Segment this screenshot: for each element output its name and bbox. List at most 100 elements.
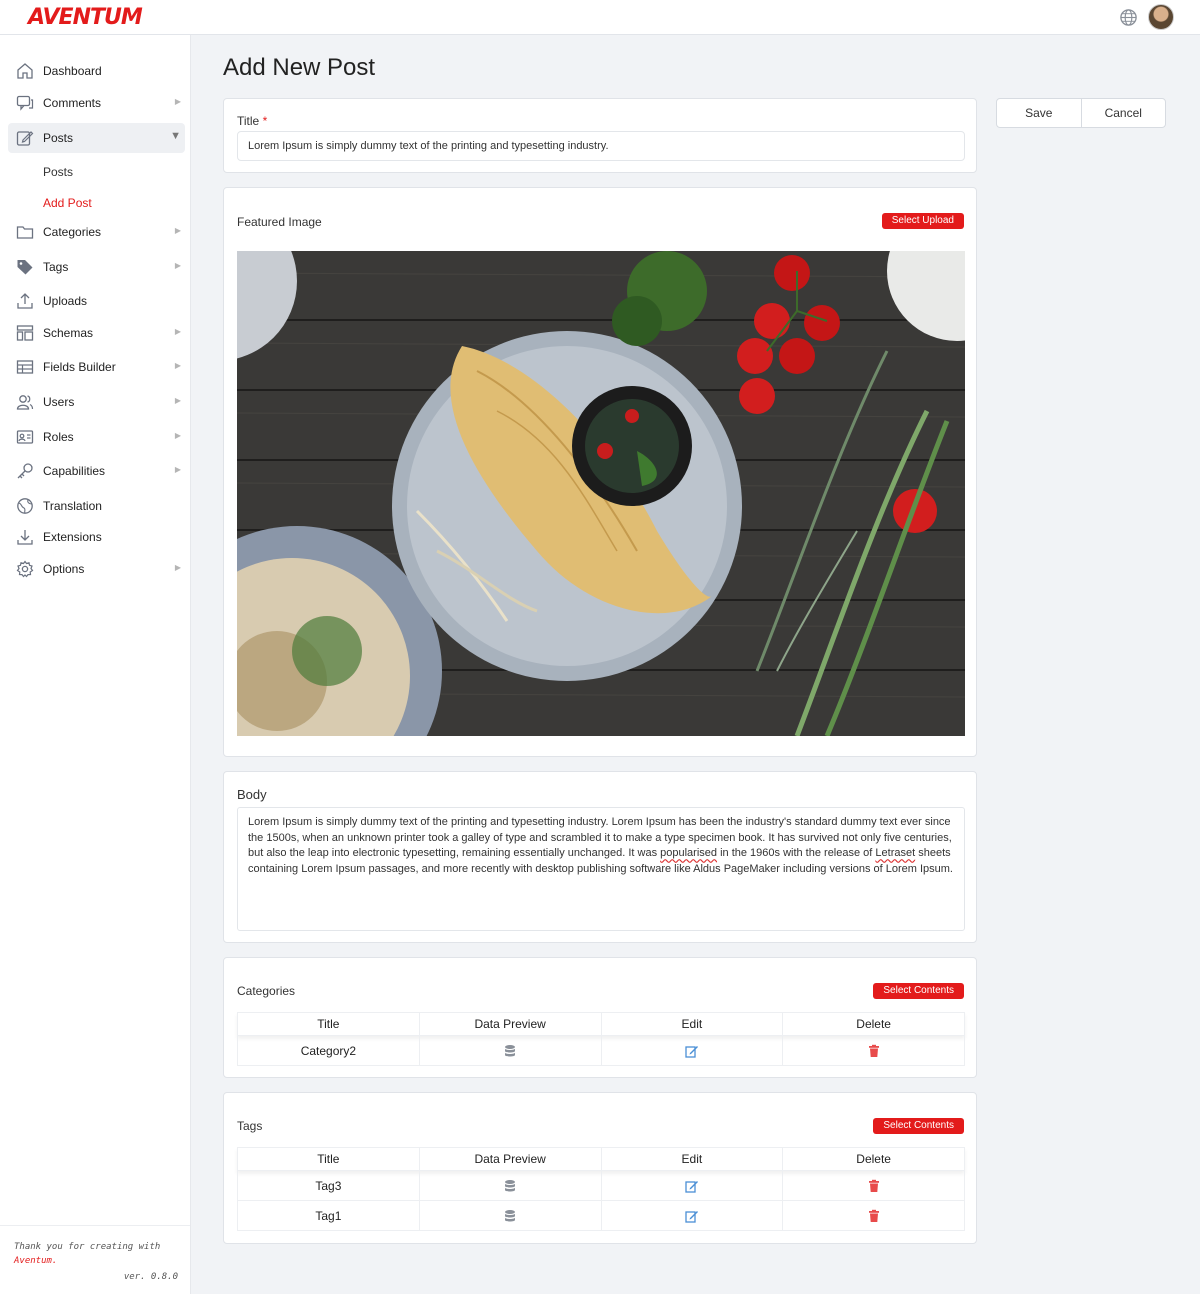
column-title: Title (238, 1148, 420, 1170)
chevron-down-icon: ▼ (170, 130, 181, 142)
featured-image (237, 251, 965, 736)
action-buttons: Save Cancel (996, 98, 1166, 128)
row-edit-cell (602, 1171, 784, 1200)
user-avatar[interactable] (1148, 4, 1174, 30)
tags-label: Tags (237, 1119, 263, 1133)
sidebar-subitem-posts[interactable]: Posts (43, 165, 73, 179)
featured-image-label: Featured Image (237, 215, 322, 229)
table-row: Tag3 (237, 1171, 965, 1201)
sidebar-footer: Thank you for creating with Aventum. ver… (0, 1225, 190, 1284)
body-text-misspelled-2: Letraset (875, 847, 916, 860)
app-logo[interactable]: AVENTUM (28, 5, 143, 30)
column-edit: Edit (602, 1013, 784, 1035)
column-data-preview: Data Preview (420, 1013, 602, 1035)
sidebar-item-label: Roles (43, 430, 74, 444)
users-icon (16, 395, 34, 410)
sidebar-item-dashboard[interactable]: Dashboard (8, 56, 185, 86)
trash-icon[interactable] (867, 1209, 881, 1223)
gear-icon (16, 560, 34, 578)
sidebar-item-uploads[interactable]: Uploads (8, 286, 185, 316)
sidebar-item-tags[interactable]: Tags ▶ (8, 252, 185, 282)
sidebar-item-schemas[interactable]: Schemas ▶ (8, 318, 185, 348)
upload-icon (17, 293, 33, 309)
sidebar-item-label: Extensions (43, 530, 102, 544)
save-button[interactable]: Save (997, 99, 1082, 127)
globe-icon[interactable] (1119, 8, 1138, 27)
sidebar-item-label: Comments (43, 96, 102, 110)
chevron-right-icon: ▶ (174, 396, 181, 405)
sidebar-item-label: Schemas (43, 326, 94, 340)
row-delete-cell (783, 1171, 964, 1200)
row-preview-cell (420, 1171, 602, 1200)
featured-image-card: Featured Image Select Upload (223, 187, 977, 757)
sidebar-item-users[interactable]: Users ▶ (8, 387, 185, 417)
select-categories-button[interactable]: Select Contents (873, 983, 964, 999)
tag-icon (17, 260, 33, 275)
column-delete: Delete (856, 1017, 891, 1031)
body-card: Body Lorem Ipsum is simply dummy text of… (223, 771, 977, 943)
chevron-right-icon: ▶ (174, 361, 181, 370)
title-input[interactable]: Lorem Ipsum is simply dummy text of the … (237, 131, 965, 161)
chevron-right-icon: ▶ (174, 97, 181, 106)
edit-icon (16, 131, 34, 146)
key-icon (17, 463, 33, 479)
download-icon (17, 530, 33, 545)
categories-label: Categories (237, 984, 296, 998)
sidebar-item-fields-builder[interactable]: Fields Builder ▶ (8, 352, 185, 382)
sidebar-subitem-add-post[interactable]: Add Post (43, 196, 92, 210)
chevron-right-icon: ▶ (174, 465, 181, 474)
sidebar-item-options[interactable]: Options ▶ (8, 554, 185, 584)
chevron-right-icon: ▶ (174, 261, 181, 270)
footer-thanks: Thank you for creating with (14, 1242, 161, 1252)
column-data-preview: Data Preview (420, 1148, 602, 1170)
table-row: Tag1 (237, 1201, 965, 1231)
sidebar-item-posts[interactable]: Posts ▼ (8, 123, 185, 153)
title-label-text: Title (237, 114, 260, 128)
edit-icon[interactable] (685, 1179, 699, 1193)
footer-version: ver. 0.8.0 (123, 1272, 178, 1282)
select-upload-button[interactable]: Select Upload (881, 213, 964, 229)
table-icon (16, 360, 34, 374)
table-header: Title Data Preview Edit Delete (237, 1147, 965, 1171)
body-textarea[interactable]: Lorem Ipsum is simply dummy text of the … (237, 807, 965, 931)
sidebar-item-label: Posts (43, 131, 74, 145)
table-header: Title Data Preview Edit Delete (237, 1012, 965, 1036)
body-label: Body (237, 787, 267, 802)
sidebar-item-label: Users (43, 395, 75, 409)
sidebar-item-extensions[interactable]: Extensions (8, 522, 185, 552)
categories-card: Categories Select Contents Title Data Pr… (223, 957, 977, 1078)
sidebar-item-roles[interactable]: Roles ▶ (8, 422, 185, 452)
sidebar-item-categories[interactable]: Categories ▶ (8, 217, 185, 247)
sidebar-item-comments[interactable]: Comments ▶ (8, 88, 185, 118)
sidebar-item-capabilities[interactable]: Capabilities ▶ (8, 456, 185, 486)
body-text-misspelled-1: popularised (660, 847, 718, 860)
sidebar-item-translation[interactable]: Translation (8, 491, 185, 521)
page-title: Add New Post (223, 54, 376, 81)
select-tags-button[interactable]: Select Contents (873, 1118, 964, 1134)
chevron-right-icon: ▶ (174, 226, 181, 235)
cancel-button[interactable]: Cancel (1082, 99, 1166, 127)
row-title: Category2 (238, 1036, 420, 1065)
row-preview-cell (420, 1036, 602, 1065)
footer-brand[interactable]: Aventum. (14, 1254, 178, 1268)
row-delete-cell (783, 1036, 964, 1065)
globe-icon (17, 498, 33, 514)
tags-table: Title Data Preview Edit Delete Tag3 Tag1 (237, 1147, 965, 1231)
database-icon[interactable] (503, 1209, 517, 1223)
trash-icon[interactable] (867, 1044, 881, 1058)
edit-icon[interactable] (685, 1209, 699, 1223)
title-label: Title * (237, 114, 267, 128)
sidebar: Dashboard Comments ▶ Posts ▼ Posts Add P… (0, 35, 191, 1294)
sidebar-item-label: Capabilities (43, 464, 106, 478)
edit-icon[interactable] (685, 1044, 699, 1058)
tags-card: Tags Select Contents Title Data Preview … (223, 1092, 977, 1244)
chevron-right-icon: ▶ (174, 431, 181, 440)
home-icon (17, 63, 33, 79)
trash-icon[interactable] (867, 1179, 881, 1193)
body-text-2: in the 1960s with the release of (717, 847, 876, 860)
sidebar-item-label: Uploads (43, 294, 88, 308)
database-icon[interactable] (503, 1044, 517, 1058)
database-icon[interactable] (503, 1179, 517, 1193)
column-delete: Delete (856, 1152, 891, 1166)
chevron-right-icon: ▶ (174, 563, 181, 572)
